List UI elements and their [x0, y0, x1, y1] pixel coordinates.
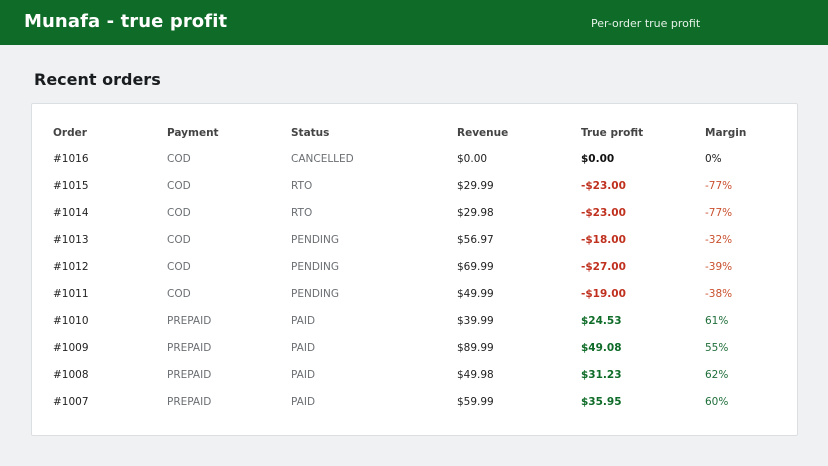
margin-cell: -39% [705, 261, 733, 273]
revenue-cell: $89.99 [457, 342, 494, 354]
order-id-cell: #1012 [53, 261, 89, 273]
true-profit-cell: $31.23 [581, 369, 622, 381]
true-profit-cell: $0.00 [581, 153, 615, 165]
column-header-margin: Margin [705, 127, 747, 139]
payment-cell: COD [167, 207, 191, 219]
payment-cell: COD [167, 153, 191, 165]
order-id-cell: #1011 [53, 288, 89, 300]
payment-cell: PREPAID [167, 315, 212, 327]
payment-cell: PREPAID [167, 369, 212, 381]
order-id-cell: #1013 [53, 234, 89, 246]
revenue-cell: $29.99 [457, 180, 494, 192]
margin-cell: -32% [705, 234, 733, 246]
revenue-cell: $59.99 [457, 396, 494, 408]
true-profit-cell: -$27.00 [581, 261, 626, 273]
header-subtitle: Per-order true profit [591, 17, 701, 30]
revenue-cell: $29.98 [457, 207, 494, 219]
payment-cell: COD [167, 261, 191, 273]
status-cell: PAID [291, 369, 316, 381]
margin-cell: -77% [705, 180, 733, 192]
status-cell: RTO [291, 207, 313, 219]
status-cell: PAID [291, 342, 316, 354]
column-header-payment: Payment [167, 127, 219, 139]
margin-cell: 62% [705, 369, 729, 381]
margin-cell: -38% [705, 288, 733, 300]
column-header-order: Order [53, 127, 87, 139]
app-title: Munafa - true profit [24, 11, 228, 32]
status-cell: PAID [291, 396, 316, 408]
order-id-cell: #1009 [53, 342, 89, 354]
order-id-cell: #1016 [53, 153, 89, 165]
payment-cell: PREPAID [167, 396, 212, 408]
true-profit-cell: -$23.00 [581, 180, 626, 192]
revenue-cell: $49.99 [457, 288, 494, 300]
status-cell: PENDING [291, 234, 339, 246]
top-bar: Munafa - true profit Per-order true prof… [0, 0, 828, 45]
margin-cell: 61% [705, 315, 729, 327]
section-title: Recent orders [34, 70, 161, 89]
true-profit-cell: -$23.00 [581, 207, 626, 219]
status-cell: PAID [291, 315, 316, 327]
order-id-cell: #1008 [53, 369, 89, 381]
true-profit-cell: -$18.00 [581, 234, 626, 246]
true-profit-cell: $35.95 [581, 396, 622, 408]
true-profit-cell: -$19.00 [581, 288, 626, 300]
margin-cell: 55% [705, 342, 729, 354]
column-header-true-profit: True profit [581, 127, 644, 139]
revenue-cell: $69.99 [457, 261, 494, 273]
orders-card: Order Payment Status Revenue True profit… [31, 103, 798, 436]
payment-cell: COD [167, 180, 191, 192]
order-id-cell: #1014 [53, 207, 89, 219]
order-id-cell: #1007 [53, 396, 89, 408]
order-id-cell: #1010 [53, 315, 89, 327]
margin-cell: 60% [705, 396, 729, 408]
payment-cell: PREPAID [167, 342, 212, 354]
revenue-cell: $49.98 [457, 369, 494, 381]
revenue-cell: $56.97 [457, 234, 494, 246]
payment-cell: COD [167, 288, 191, 300]
true-profit-cell: $24.53 [581, 315, 622, 327]
status-cell: CANCELLED [291, 153, 354, 165]
status-cell: PENDING [291, 261, 339, 273]
revenue-cell: $0.00 [457, 153, 488, 165]
column-header-revenue: Revenue [457, 127, 509, 139]
margin-cell: 0% [705, 153, 722, 165]
status-cell: RTO [291, 180, 313, 192]
revenue-cell: $39.99 [457, 315, 494, 327]
true-profit-cell: $49.08 [581, 342, 622, 354]
margin-cell: -77% [705, 207, 733, 219]
status-cell: PENDING [291, 288, 339, 300]
column-header-status: Status [291, 127, 330, 139]
payment-cell: COD [167, 234, 191, 246]
order-id-cell: #1015 [53, 180, 89, 192]
